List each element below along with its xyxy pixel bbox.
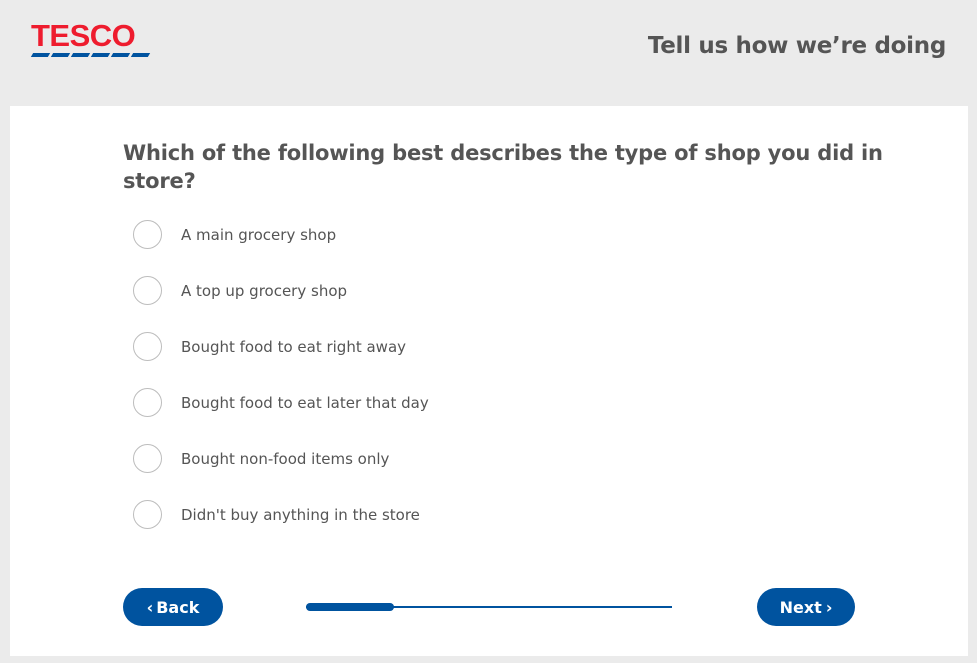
header-title: Tell us how we’re doing bbox=[647, 33, 946, 59]
tesco-logo: TESCO bbox=[30, 18, 157, 58]
option-food-eat-right-away[interactable]: Bought food to eat right away bbox=[133, 330, 429, 363]
next-button[interactable]: Next › bbox=[757, 588, 855, 626]
radio-button[interactable] bbox=[133, 444, 162, 473]
option-label: Bought non-food items only bbox=[181, 449, 390, 468]
logo-text: TESCO bbox=[31, 18, 136, 53]
next-label: Next bbox=[779, 597, 822, 617]
page-header: TESCO Tell us how we’re doing bbox=[0, 0, 977, 106]
option-label: A main grocery shop bbox=[181, 225, 337, 244]
option-non-food-only[interactable]: Bought non-food items only bbox=[133, 442, 429, 475]
chevron-right-icon: › bbox=[825, 597, 833, 617]
option-top-up-grocery-shop[interactable]: A top up grocery shop bbox=[133, 274, 429, 307]
option-bought-nothing[interactable]: Didn't buy anything in the store bbox=[133, 498, 429, 531]
back-label: Back bbox=[156, 597, 200, 617]
chevron-left-icon: ‹ bbox=[146, 597, 154, 617]
option-food-eat-later[interactable]: Bought food to eat later that day bbox=[133, 386, 429, 419]
progress-fill bbox=[306, 603, 394, 611]
option-label: Didn't buy anything in the store bbox=[181, 505, 420, 524]
radio-button[interactable] bbox=[133, 276, 162, 305]
radio-button[interactable] bbox=[133, 332, 162, 361]
option-label: A top up grocery shop bbox=[181, 281, 348, 300]
radio-button[interactable] bbox=[133, 220, 162, 249]
option-label: Bought food to eat later that day bbox=[181, 393, 429, 412]
option-label: Bought food to eat right away bbox=[181, 337, 407, 356]
question-text: Which of the following best describes th… bbox=[123, 141, 883, 193]
radio-button[interactable] bbox=[133, 388, 162, 417]
radio-button[interactable] bbox=[133, 500, 162, 529]
options-list: A main grocery shop A top up grocery sho… bbox=[133, 218, 429, 554]
progress-bar bbox=[306, 603, 672, 611]
back-button[interactable]: ‹ Back bbox=[123, 588, 223, 626]
logo-stripes bbox=[30, 53, 157, 57]
survey-card: Which of the following best describes th… bbox=[10, 106, 968, 656]
option-main-grocery-shop[interactable]: A main grocery shop bbox=[133, 218, 429, 251]
